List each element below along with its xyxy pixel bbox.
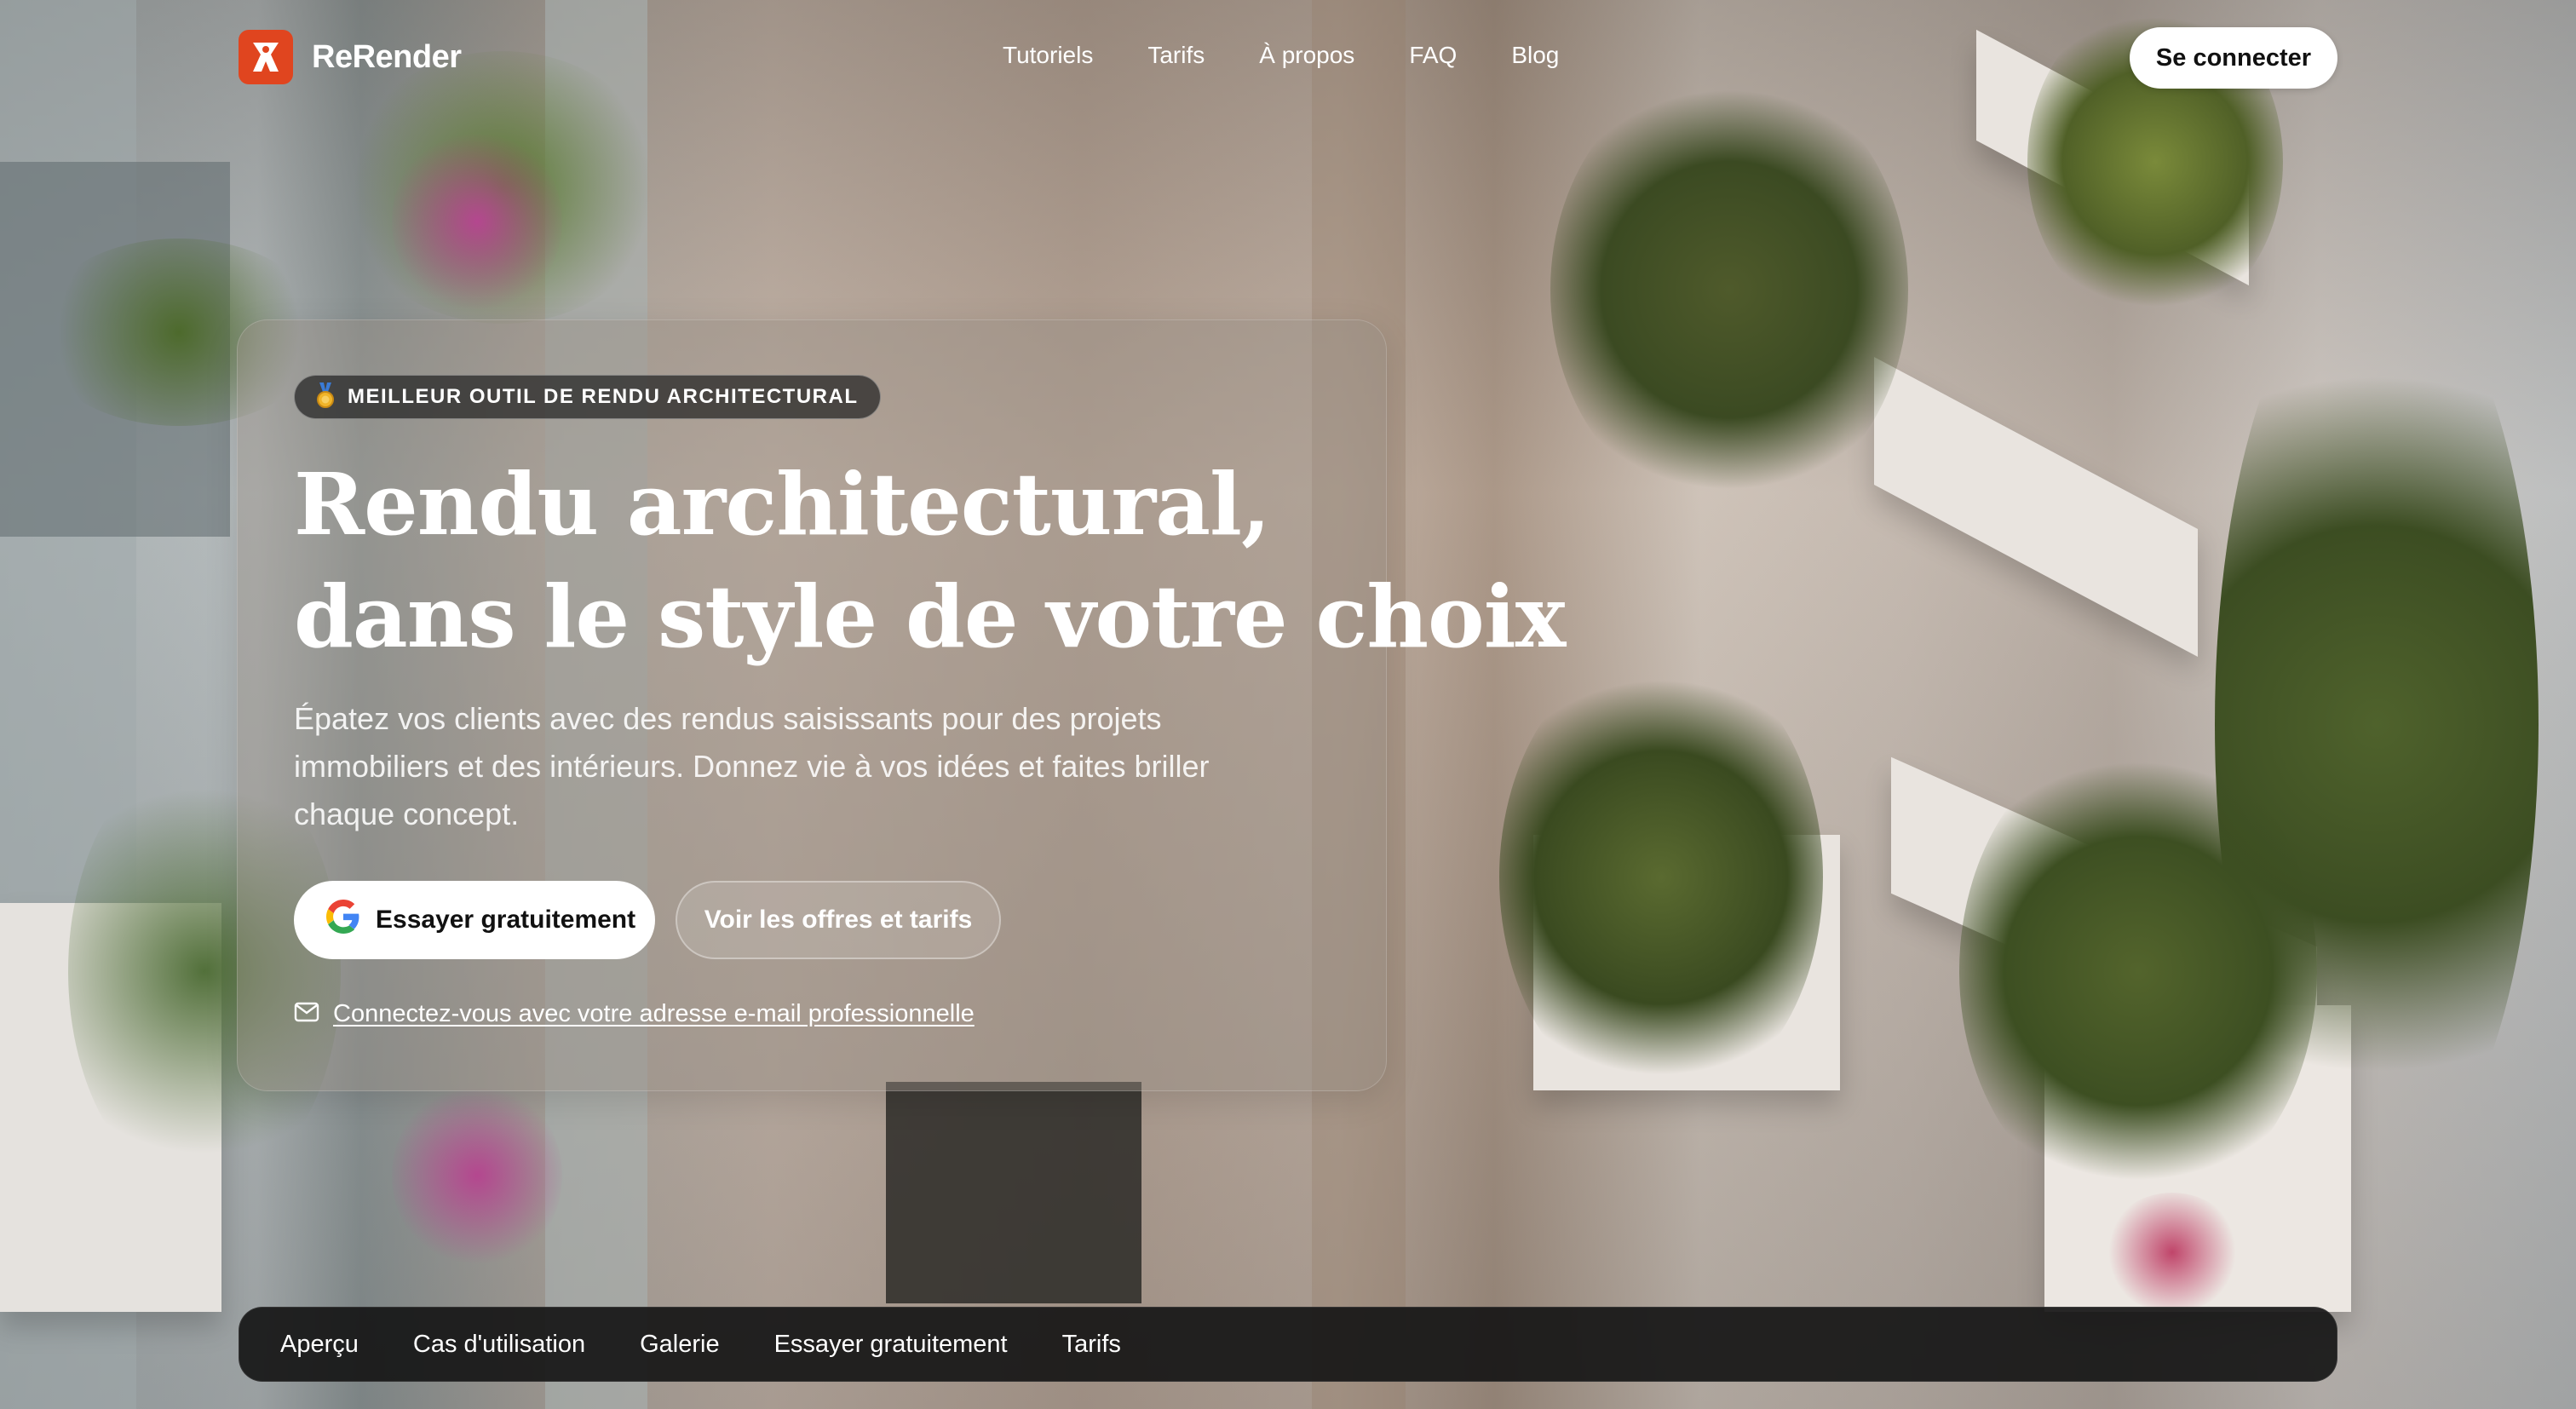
- rerender-logo-icon: [239, 30, 293, 84]
- award-badge: MEILLEUR OUTIL DE RENDU ARCHITECTURAL: [294, 375, 882, 419]
- nav-link-faq[interactable]: FAQ: [1409, 38, 1457, 72]
- main-nav: Tutoriels Tarifs À propos FAQ Blog: [1003, 38, 1559, 72]
- mail-icon: [294, 1002, 319, 1027]
- email-signin: Connectez-vous avec votre adresse e-mail…: [294, 1000, 975, 1028]
- hero-title: Rendu architectural, dans le style de vo…: [294, 448, 1566, 673]
- hero-title-line-2: dans le style de votre choix: [294, 566, 1566, 667]
- section-link-cas-utilisation[interactable]: Cas d'utilisation: [413, 1331, 585, 1359]
- section-link-apercu[interactable]: Aperçu: [280, 1331, 359, 1359]
- brand-logo[interactable]: ReRender: [239, 30, 462, 84]
- section-navigation-bar: Aperçu Cas d'utilisation Galerie Essayer…: [239, 1307, 2337, 1382]
- medal-icon: [315, 382, 336, 412]
- nav-link-tarifs[interactable]: Tarifs: [1147, 38, 1205, 72]
- section-link-essayer[interactable]: Essayer gratuitement: [774, 1331, 1008, 1359]
- login-button[interactable]: Se connecter: [2130, 27, 2337, 89]
- section-link-galerie[interactable]: Galerie: [640, 1331, 720, 1359]
- top-navigation-bar: ReRender Tutoriels Tarifs À propos FAQ B…: [0, 0, 2576, 114]
- try-free-google-button[interactable]: Essayer gratuitement: [294, 881, 655, 959]
- try-free-label: Essayer gratuitement: [376, 906, 636, 934]
- hero-description: Épatez vos clients avec des rendus saisi…: [294, 701, 1210, 831]
- nav-link-blog[interactable]: Blog: [1511, 38, 1559, 72]
- section-link-tarifs[interactable]: Tarifs: [1062, 1331, 1121, 1359]
- hero-title-line-1: Rendu architectural,: [294, 454, 1271, 555]
- view-pricing-button[interactable]: Voir les offres et tarifs: [676, 881, 1001, 959]
- badge-text: MEILLEUR OUTIL DE RENDU ARCHITECTURAL: [348, 385, 859, 408]
- google-icon: [326, 900, 360, 940]
- brand-name: ReRender: [312, 38, 462, 75]
- nav-link-a-propos[interactable]: À propos: [1259, 38, 1354, 72]
- hero-card: MEILLEUR OUTIL DE RENDU ARCHITECTURAL Re…: [237, 319, 1566, 1091]
- nav-link-tutoriels[interactable]: Tutoriels: [1003, 38, 1093, 72]
- email-signin-link[interactable]: Connectez-vous avec votre adresse e-mail…: [333, 1000, 975, 1028]
